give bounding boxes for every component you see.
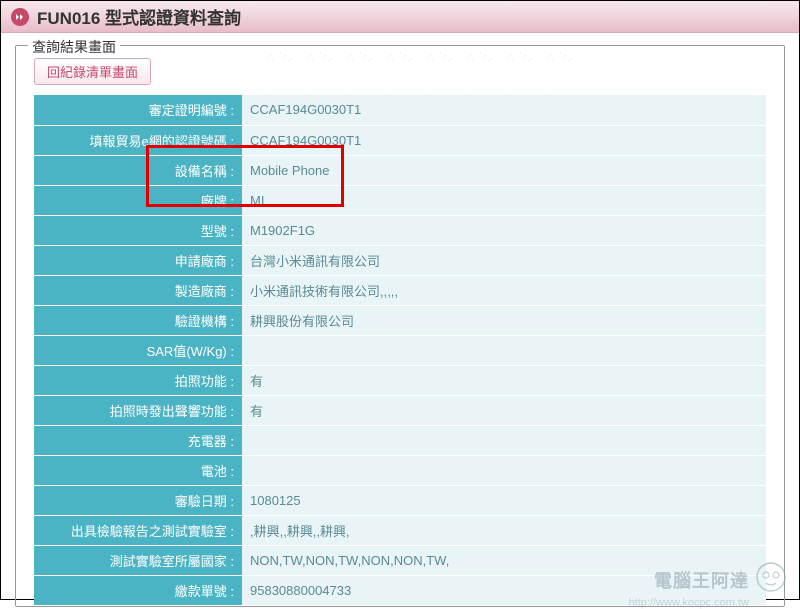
table-row: 審驗日期 :1080125 <box>34 485 766 515</box>
row-value: 耕興股份有限公司 <box>242 305 766 335</box>
row-value: NON,TW,NON,TW,NON,NON,TW, <box>242 545 766 575</box>
table-row: SAR值(W/Kg) : <box>34 335 766 365</box>
row-label: 充電器 : <box>34 425 242 455</box>
table-row: 驗證機構 :耕興股份有限公司 <box>34 305 766 335</box>
row-value: MI <box>242 185 766 215</box>
row-value <box>242 455 766 485</box>
row-value: 1080125 <box>242 485 766 515</box>
table-row: 電池 : <box>34 455 766 485</box>
table-row: 拍照時發出聲響功能 :有 <box>34 395 766 425</box>
row-value <box>242 335 766 365</box>
row-value: M1902F1G <box>242 215 766 245</box>
row-label: 申請廠商 : <box>34 245 242 275</box>
content-area: 查詢結果畫面 回紀錄清單畫面 審定證明編號 :CCAF194G0030T1填報貿… <box>1 33 799 607</box>
table-row: 設備名稱 :Mobile Phone <box>34 155 766 185</box>
table-row: 出具檢驗報告之測試實驗室 :,耕興,,耕興,,耕興, <box>34 515 766 545</box>
row-value: 小米通訊技術有限公司,,,,, <box>242 275 766 305</box>
row-value: Mobile Phone <box>242 155 766 185</box>
table-row: 充電器 : <box>34 425 766 455</box>
row-label: 審驗日期 : <box>34 485 242 515</box>
page-title-text: 型式認證資料查詢 <box>105 9 241 28</box>
table-row: 廠牌 :MI <box>34 185 766 215</box>
row-label: 繳款單號 : <box>34 575 242 605</box>
row-value <box>242 425 766 455</box>
row-value: ,耕興,,耕興,,耕興, <box>242 515 766 545</box>
row-value: CCAF194G0030T1 <box>242 95 766 125</box>
page-code: FUN016 <box>37 9 100 28</box>
row-label: 廠牌 : <box>34 185 242 215</box>
row-label: 出具檢驗報告之測試實驗室 : <box>34 515 242 545</box>
row-label: 測試實驗室所屬國家 : <box>34 545 242 575</box>
table-row: 申請廠商 :台灣小米通訊有限公司 <box>34 245 766 275</box>
certification-data-table: 審定證明編號 :CCAF194G0030T1填報貿易e網的認證號碼 :CCAF1… <box>34 95 766 606</box>
table-row: 測試實驗室所屬國家 :NON,TW,NON,TW,NON,NON,TW, <box>34 545 766 575</box>
row-value: 有 <box>242 395 766 425</box>
page-title: FUN016 型式認證資料查詢 <box>37 4 241 29</box>
row-label: 拍照功能 : <box>34 365 242 395</box>
fast-forward-icon <box>11 8 29 26</box>
page-header: FUN016 型式認證資料查詢 <box>1 1 799 33</box>
table-row: 填報貿易e網的認證號碼 :CCAF194G0030T1 <box>34 125 766 155</box>
row-label: 型號 : <box>34 215 242 245</box>
row-label: 審定證明編號 : <box>34 95 242 125</box>
row-label: 製造廠商 : <box>34 275 242 305</box>
table-row: 審定證明編號 :CCAF194G0030T1 <box>34 95 766 125</box>
table-row: 型號 :M1902F1G <box>34 215 766 245</box>
table-row: 繳款單號 :95830880004733 <box>34 575 766 605</box>
table-row: 製造廠商 :小米通訊技術有限公司,,,,, <box>34 275 766 305</box>
row-value: CCAF194G0030T1 <box>242 125 766 155</box>
row-value: 台灣小米通訊有限公司 <box>242 245 766 275</box>
row-value: 95830880004733 <box>242 575 766 605</box>
row-value: 有 <box>242 365 766 395</box>
fieldset-legend: 查詢結果畫面 <box>28 37 120 57</box>
row-label: 電池 : <box>34 455 242 485</box>
row-label: 拍照時發出聲響功能 : <box>34 395 242 425</box>
row-label: 驗證機構 : <box>34 305 242 335</box>
row-label: 設備名稱 : <box>34 155 242 185</box>
back-to-list-button[interactable]: 回紀錄清單畫面 <box>34 58 151 85</box>
result-fieldset: 查詢結果畫面 回紀錄清單畫面 審定證明編號 :CCAF194G0030T1填報貿… <box>15 45 785 607</box>
row-label: 填報貿易e網的認證號碼 : <box>34 125 242 155</box>
row-label: SAR值(W/Kg) : <box>34 335 242 365</box>
table-row: 拍照功能 :有 <box>34 365 766 395</box>
